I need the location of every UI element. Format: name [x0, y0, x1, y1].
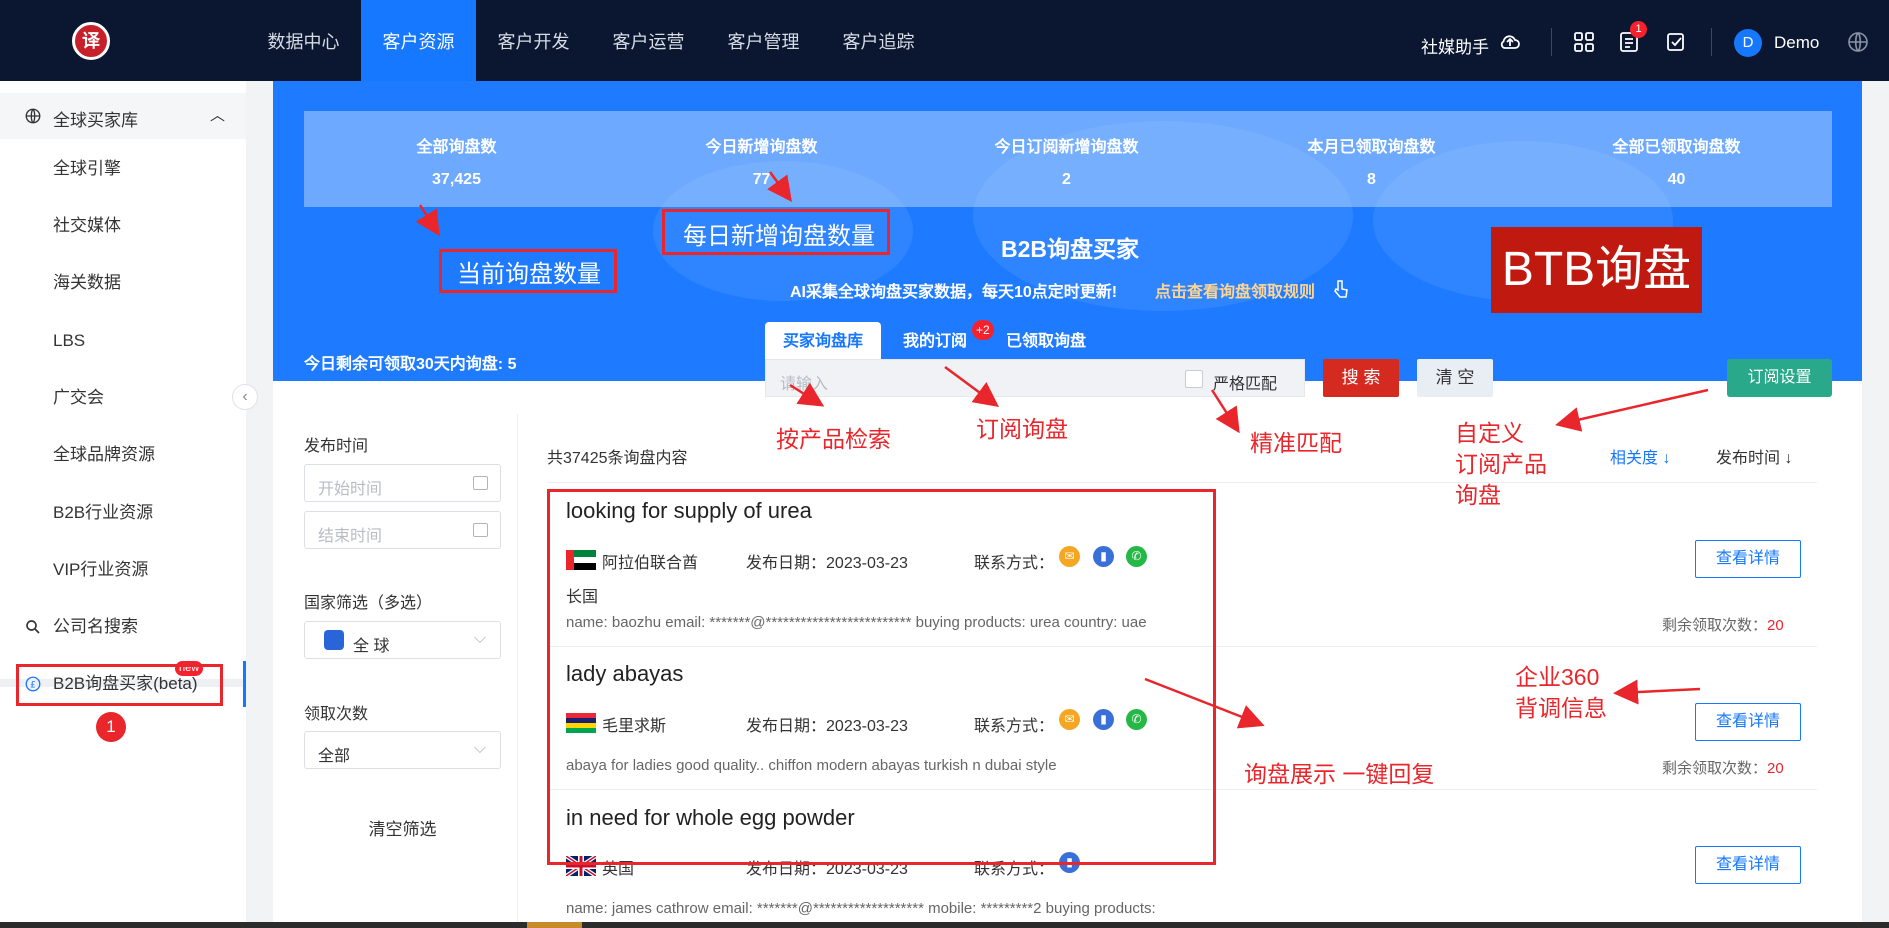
- bottom-strip: [0, 922, 1889, 928]
- annotation-arrows: [415, 171, 1709, 729]
- bottom-strip-segment: [527, 922, 582, 928]
